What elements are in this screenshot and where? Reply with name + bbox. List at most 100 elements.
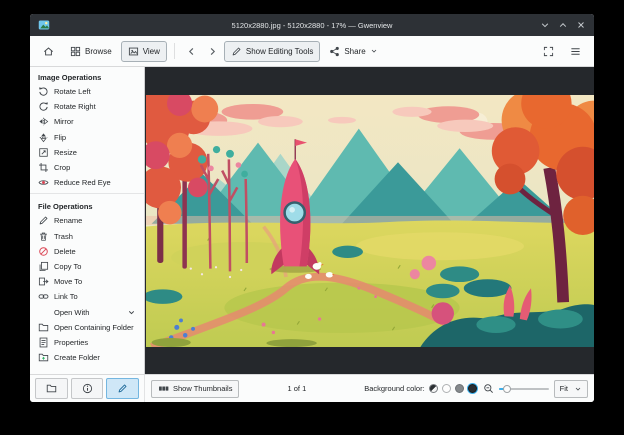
gwenview-app-icon (38, 19, 50, 31)
sidebar-item-label: Rotate Left (54, 87, 91, 97)
pencil-icon (118, 384, 127, 393)
sidebar-item-rotate-left[interactable]: Rotate Left (30, 84, 144, 99)
home-icon (43, 46, 54, 57)
sidebar-item-label: Open With (54, 307, 90, 317)
zoom-controls: Fit (483, 379, 588, 398)
rename-icon (38, 215, 49, 226)
content-area: Image Operations Rotate Left Rotate Righ… (30, 67, 594, 374)
sidebar-item-link-to[interactable]: Link To (30, 289, 144, 304)
folder-icon (38, 322, 49, 333)
trash-icon (38, 231, 49, 242)
titlebar[interactable]: 5120x2880.jpg - 5120x2880 - 17% — Gwenvi… (30, 14, 594, 36)
previous-button[interactable] (182, 41, 201, 62)
menu-button[interactable] (563, 41, 588, 62)
sidebar-item-rename[interactable]: Rename (30, 213, 144, 228)
operations-sidebar: Image Operations Rotate Left Rotate Righ… (30, 67, 145, 374)
background-color-label: Background color: (364, 384, 425, 393)
rotate-right-icon (38, 101, 49, 112)
background-dark-swatch[interactable] (467, 384, 477, 393)
sidebar-item-label: Copy To (54, 261, 82, 271)
background-light-swatch[interactable] (441, 384, 451, 393)
sidebar-item-open-containing-folder[interactable]: Open Containing Folder (30, 320, 144, 335)
gwenview-window: 5120x2880.jpg - 5120x2880 - 17% — Gwenvi… (30, 14, 594, 402)
sidebar-item-resize[interactable]: Resize (30, 145, 144, 160)
image-operations-header: Image Operations (38, 73, 102, 82)
thumbnails-icon (158, 383, 169, 394)
background-auto-swatch[interactable] (428, 384, 438, 393)
folder-icon (46, 384, 57, 393)
sidebar-item-trash[interactable]: Trash (30, 229, 144, 244)
delete-icon (38, 246, 49, 257)
blank-icon (38, 307, 49, 318)
browse-button[interactable]: Browse (63, 41, 119, 62)
copy-icon (38, 261, 49, 272)
share-button[interactable]: Share (322, 41, 384, 62)
close-button[interactable] (576, 20, 586, 30)
sidebar-item-move-to[interactable]: Move To (30, 274, 144, 289)
file-operations-header: File Operations (38, 202, 93, 212)
image-content (145, 94, 594, 347)
red-eye-icon (38, 177, 49, 188)
sidebar-item-label: Rotate Right (54, 102, 96, 112)
sidebar-item-copy-to[interactable]: Copy To (30, 259, 144, 274)
crop-icon (38, 162, 49, 173)
browse-label: Browse (85, 46, 112, 56)
sidebar-item-label: Create Folder (54, 353, 100, 363)
maximize-button[interactable] (558, 20, 568, 30)
next-button[interactable] (203, 41, 222, 62)
fullscreen-button[interactable] (536, 41, 561, 62)
sidebar-item-flip[interactable]: Flip (30, 130, 144, 145)
show-editing-tools-label: Show Editing Tools (245, 46, 314, 56)
sidebar-item-rotate-right[interactable]: Rotate Right (30, 99, 144, 114)
hamburger-menu-icon (570, 46, 581, 57)
sidebar-item-label: Open Containing Folder (54, 322, 134, 332)
image-viewport[interactable] (145, 67, 594, 374)
bottom-bar: Show Thumbnails 1 of 1 Background color: (30, 374, 594, 402)
browse-grid-icon (70, 46, 81, 57)
toolbar-separator (173, 43, 175, 59)
zoom-slider[interactable] (498, 383, 549, 395)
sidebar-divider (30, 193, 144, 195)
arrow-left-icon (186, 46, 197, 57)
arrow-right-icon (207, 46, 218, 57)
sidebar-item-reduce-red-eye[interactable]: Reduce Red Eye (30, 175, 144, 190)
chevron-down-icon (370, 47, 378, 55)
sidebar-item-label: Move To (54, 277, 83, 287)
view-button[interactable]: View (120, 40, 167, 62)
sidebar-item-delete[interactable]: Delete (30, 244, 144, 259)
zoom-mode-value: Fit (559, 384, 568, 393)
sidebar-item-label: Rename (54, 216, 83, 226)
sidebar-item-open-with[interactable]: Open With (30, 304, 144, 319)
link-icon (38, 291, 49, 302)
share-label: Share (344, 46, 366, 56)
background-neutral-swatch[interactable] (454, 384, 464, 393)
zoom-out-icon[interactable] (483, 383, 494, 394)
show-editing-tools-button[interactable]: Show Editing Tools (223, 40, 321, 62)
sidebar-item-create-folder[interactable]: Create Folder (30, 350, 144, 365)
image-counter: 1 of 1 (287, 384, 307, 393)
sidebar-item-label: Delete (54, 246, 76, 256)
document-properties-icon (38, 337, 49, 348)
sidebar-item-label: Mirror (54, 117, 74, 127)
show-thumbnails-label: Show Thumbnails (173, 384, 233, 393)
zoom-mode-select[interactable]: Fit (553, 379, 588, 398)
sidebar-tabs (30, 375, 145, 402)
tab-information[interactable] (70, 378, 104, 399)
flip-icon (38, 132, 49, 143)
sidebar-item-label: Reduce Red Eye (54, 178, 111, 188)
main-toolbar: Browse View Show Editing Tools Share (30, 36, 594, 67)
sidebar-item-mirror[interactable]: Mirror (30, 114, 144, 129)
minimize-button[interactable] (540, 20, 550, 30)
sidebar-item-label: Properties (54, 337, 89, 347)
zoom-slider-handle[interactable] (502, 384, 511, 393)
statusbar: Show Thumbnails 1 of 1 Background color: (145, 375, 594, 402)
sidebar-item-properties[interactable]: Properties (30, 335, 144, 350)
fullscreen-icon (543, 46, 554, 57)
show-thumbnails-button[interactable]: Show Thumbnails (151, 379, 240, 398)
home-button[interactable] (36, 41, 61, 62)
window-title: 5120x2880.jpg - 5120x2880 - 17% — Gwenvi… (231, 20, 393, 30)
chevron-down-icon (127, 308, 136, 317)
sidebar-item-crop[interactable]: Crop (30, 160, 144, 175)
tab-operations[interactable] (106, 378, 140, 399)
tab-folders[interactable] (35, 378, 68, 399)
